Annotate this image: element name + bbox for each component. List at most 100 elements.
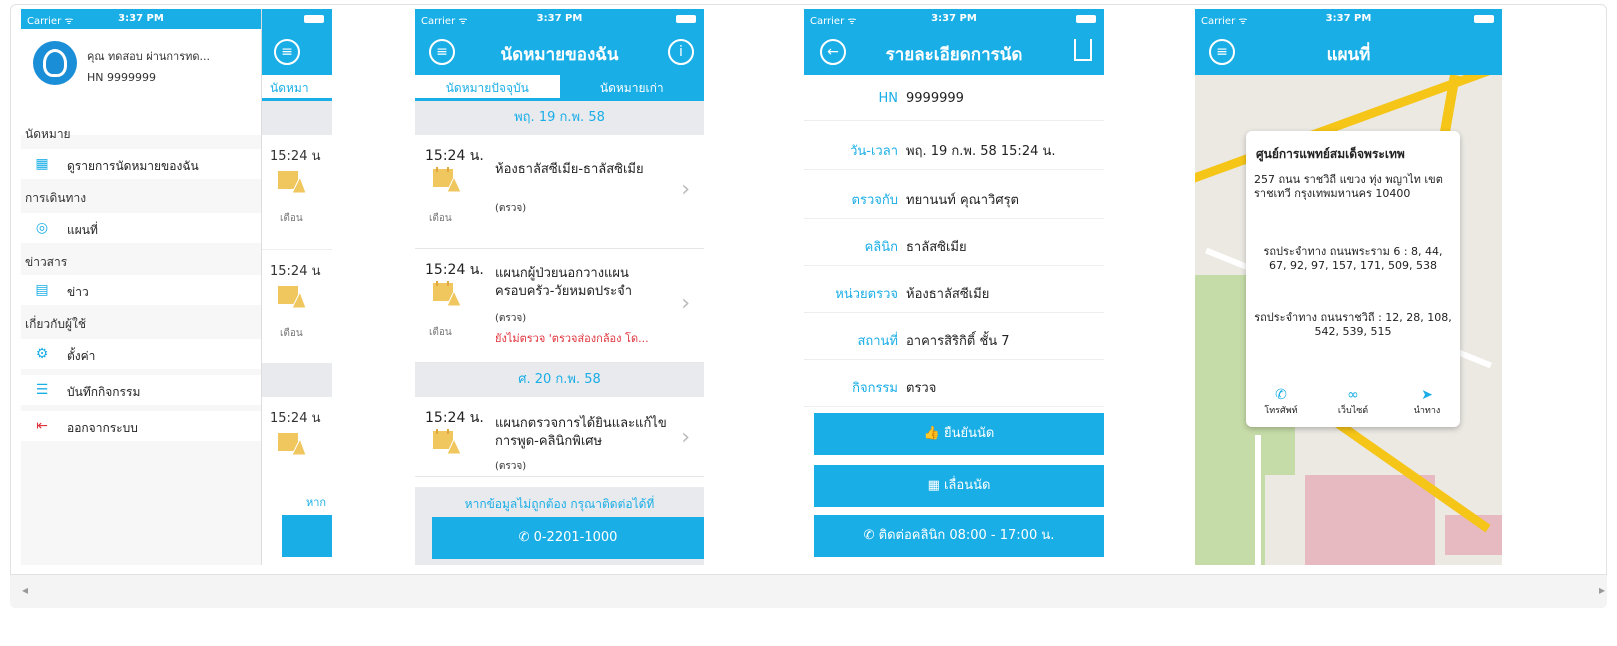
profile-header[interactable]: คุณ ทดสอบ ผ่านการทด... HN 9999999: [21, 29, 261, 135]
detail-value: พฤ. 19 ก.พ. 58 15:24 น.: [906, 144, 1056, 159]
date-header: ศ. 20 ก.พ. 58: [415, 363, 704, 397]
detail-label: สถานที่: [857, 334, 898, 349]
horizontal-scrollbar[interactable]: ◂ ▸: [10, 574, 1607, 608]
battery-icon: [1076, 15, 1096, 23]
calendar-warning-icon: [433, 281, 461, 307]
menu-item-label: ดูรายการนัดหมายของฉัน: [67, 159, 199, 173]
menu-item-label: ตั้งค่า: [67, 349, 96, 363]
tab-past-appointments[interactable]: นัดหมายเก่า: [559, 75, 704, 100]
call-hospital-button[interactable]: ✆ 0-2201-1000: [432, 517, 704, 559]
menu-item-logout[interactable]: ⇤ ออกจากระบบ: [21, 411, 261, 441]
phone-icon: ✆: [518, 530, 534, 545]
screen-map: Carrier ᯤ 3:37 PM ≡ แผนที่ ศูนย์การแพทย์…: [1195, 9, 1502, 565]
appointment-type: (ตรวจ): [495, 203, 527, 214]
detail-label: HN: [878, 91, 899, 106]
detail-label: กิจกรรม: [852, 381, 898, 396]
status-bar: Carrier ᯤ 3:37 PM: [21, 9, 261, 29]
hospital-address: 257 ถนน ราชวิถี แขวง ทุ่ง พญาไท เขต ราชเ…: [1254, 173, 1443, 200]
calendar-icon: ▦: [35, 156, 49, 172]
thumbs-up-icon: 👍: [923, 426, 944, 441]
footer-note: หากข้อมูลไม่ถูกต้อง กรุณาติดต่อได้ที่: [464, 497, 655, 511]
peek-row: 15:24 น: [262, 397, 332, 487]
menu-item-map[interactable]: ◎ แผนที่: [21, 213, 261, 243]
appointment-time: 15:24 น.: [425, 410, 484, 426]
menu-item-my-appointments[interactable]: ▦ ดูรายการนัดหมายของฉัน: [21, 149, 261, 179]
peek-row: 15:24 น เตือน: [262, 249, 332, 363]
screen-appointments: Carrier ᯤ 3:37 PM ≡ นัดหมายของฉัน i นัดห…: [415, 9, 704, 565]
contact-clinic-button[interactable]: ✆ ติดต่อคลินิก 08:00 - 17:00 น.: [814, 515, 1104, 557]
map-view[interactable]: ศูนย์การแพทย์สมเด็จพระเทพ 257 ถนน ราชวิถ…: [1195, 75, 1502, 565]
detail-label: วัน-เวลา: [850, 144, 898, 159]
postpone-appointment-button[interactable]: ▦ เลื่อนนัด: [814, 465, 1104, 507]
navigate-button[interactable]: ➤ นำทาง: [1402, 387, 1452, 417]
appointment-row[interactable]: 15:24 น. เตือน แผนกผู้ป่วยนอกวางแผนครอบค…: [415, 249, 704, 363]
page-title: รายละเอียดการนัด: [885, 45, 1023, 65]
navbar: ≡ แผนที่: [1195, 29, 1502, 75]
peek-time: 15:24 น: [270, 149, 321, 164]
confirm-appointment-button[interactable]: 👍 ยืนยันนัด: [814, 413, 1104, 455]
chevron-right-icon: ›: [681, 177, 690, 202]
appointment-room: แผนกตรวจการได้ยินและแก้ไขการพูด-คลินิกพิ…: [495, 416, 667, 449]
detail-value: ธาลัสซิเมีย: [906, 240, 967, 255]
status-bar: Carrier ᯤ 3:37 PM: [415, 9, 704, 29]
share-icon[interactable]: [1074, 39, 1092, 61]
appointment-row[interactable]: 15:24 น. แผนกตรวจการได้ยินและแก้ไขการพูด…: [415, 397, 704, 477]
scroll-right-icon[interactable]: ▸: [1599, 583, 1605, 597]
navbar: ← รายละเอียดการนัด: [804, 29, 1104, 75]
logout-icon: ⇤: [36, 418, 48, 434]
menu-item-activity-log[interactable]: ☰ บันทึกกิจกรรม: [21, 375, 261, 405]
appointment-room: แผนกผู้ป่วยนอกวางแผนครอบครัว-วัยหมดประจำ: [495, 266, 633, 299]
map-actions: ✆ โทรศัพท์ ∞ เว็บไซต์ ➤ นำทาง: [1246, 387, 1460, 417]
peek-appointments[interactable]: ≡ นัดหมา 15:24 น เตือน 15:24 น เตือน 15:…: [261, 9, 332, 565]
detail-row-unit: หน่วยตรวจ ห้องธาลัสซีเมีย: [804, 267, 1104, 313]
menu-item-label: ข่าว: [67, 285, 89, 299]
scroll-left-icon[interactable]: ◂: [22, 583, 28, 597]
tab-current-appointments[interactable]: นัดหมายปัจจุบัน: [415, 75, 560, 100]
menu-item-label: ออกจากระบบ: [67, 421, 138, 435]
status-bar: Carrier ᯤ 3:37 PM: [1195, 9, 1502, 29]
info-icon[interactable]: i: [668, 39, 694, 65]
side-menu: Carrier ᯤ 3:37 PM คุณ ทดสอบ ผ่านการทด...…: [21, 9, 261, 565]
appointment-row[interactable]: 15:24 น. เตือน ห้องธาลัสซีเมีย-ธาลัสซิเม…: [415, 135, 704, 249]
detail-label: คลินิก: [864, 240, 898, 255]
phone-button[interactable]: ✆ โทรศัพท์: [1256, 387, 1306, 417]
detail-row-hn: HN 9999999: [804, 75, 1104, 121]
menu-item-label: แผนที่: [67, 223, 98, 237]
section-label-user: เกี่ยวกับผู้ใช้: [25, 317, 87, 331]
status-time: 3:37 PM: [118, 13, 164, 24]
calendar-warning-icon: [433, 429, 461, 455]
reminder-label: เตือน: [280, 213, 303, 224]
reminder-label: เตือน: [429, 213, 452, 224]
contact-label: ติดต่อคลินิก 08:00 - 17:00 น.: [878, 528, 1055, 543]
status-time: 3:37 PM: [1325, 13, 1372, 24]
detail-row-datetime: วัน-เวลา พฤ. 19 ก.พ. 58 15:24 น.: [804, 124, 1104, 170]
detail-value: อาคารสิริกิติ์ ชั้น 7: [906, 334, 1010, 349]
profile-name: คุณ ทดสอบ ผ่านการทด...: [87, 50, 211, 63]
tab-current[interactable]: นัดหมา: [262, 75, 332, 100]
screen-menu: Carrier ᯤ 3:37 PM คุณ ทดสอบ ผ่านการทด...…: [21, 9, 332, 565]
status-time: 3:37 PM: [931, 13, 977, 24]
menu-item-settings[interactable]: ⚙ ตั้งค่า: [21, 339, 261, 369]
hospital-info-card: ศูนย์การแพทย์สมเด็จพระเทพ 257 ถนน ราชวิถ…: [1246, 131, 1460, 427]
call-button-label: 0-2201-1000: [533, 530, 618, 545]
peek-call-button[interactable]: [282, 515, 332, 557]
hospital-name: ศูนย์การแพทย์สมเด็จพระเทพ: [1256, 147, 1405, 161]
calendar-icon: ▦: [927, 478, 944, 493]
status-time: 3:37 PM: [536, 13, 583, 24]
menu-icon[interactable]: ≡: [274, 39, 300, 65]
menu-item-news[interactable]: ▤ ข่าว: [21, 275, 261, 305]
appointment-type: (ตรวจ): [495, 461, 527, 472]
chevron-right-icon: ›: [681, 291, 690, 316]
tabs: นัดหมา: [262, 75, 332, 101]
database-icon: ☰: [35, 382, 49, 398]
page-title: แผนที่: [1326, 45, 1371, 65]
website-button-label: เว็บไซต์: [1337, 406, 1369, 416]
gear-icon: ⚙: [35, 346, 49, 362]
map-pin-icon: ◎: [35, 220, 49, 236]
bus-info-rama6: รถประจำทาง ถนนพระราม 6 : 8, 44, 67, 92, …: [1263, 245, 1443, 272]
news-icon: ▤: [35, 282, 49, 298]
website-button[interactable]: ∞ เว็บไซต์: [1328, 387, 1378, 417]
navigate-arrow-icon: ➤: [1421, 387, 1433, 403]
battery-icon: [1474, 15, 1494, 23]
phone-button-label: โทรศัพท์: [1264, 406, 1298, 416]
